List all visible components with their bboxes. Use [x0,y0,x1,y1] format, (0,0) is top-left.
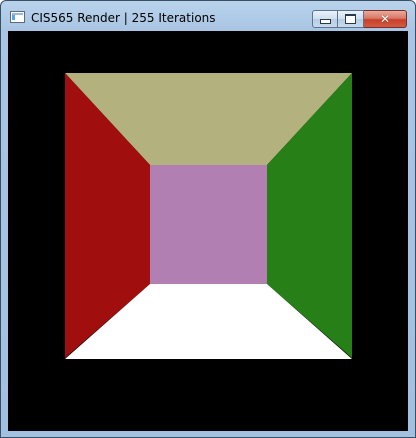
minimize-button[interactable] [312,10,338,28]
window-controls: ✕ [312,10,407,29]
close-icon: ✕ [379,12,391,26]
maximize-button[interactable] [338,10,364,28]
minimize-icon [319,18,331,24]
cornell-box-render [8,31,408,431]
app-icon[interactable] [10,11,25,23]
close-button[interactable]: ✕ [364,10,407,28]
back-wall-surface [150,165,267,284]
render-canvas[interactable] [8,31,408,431]
app-window: CIS565 Render | 255 Iterations ✕ [0,0,416,438]
window-title: CIS565 Render | 255 Iterations [31,11,216,25]
title-bar[interactable]: CIS565 Render | 255 Iterations ✕ [1,1,415,31]
maximize-icon [345,14,356,24]
